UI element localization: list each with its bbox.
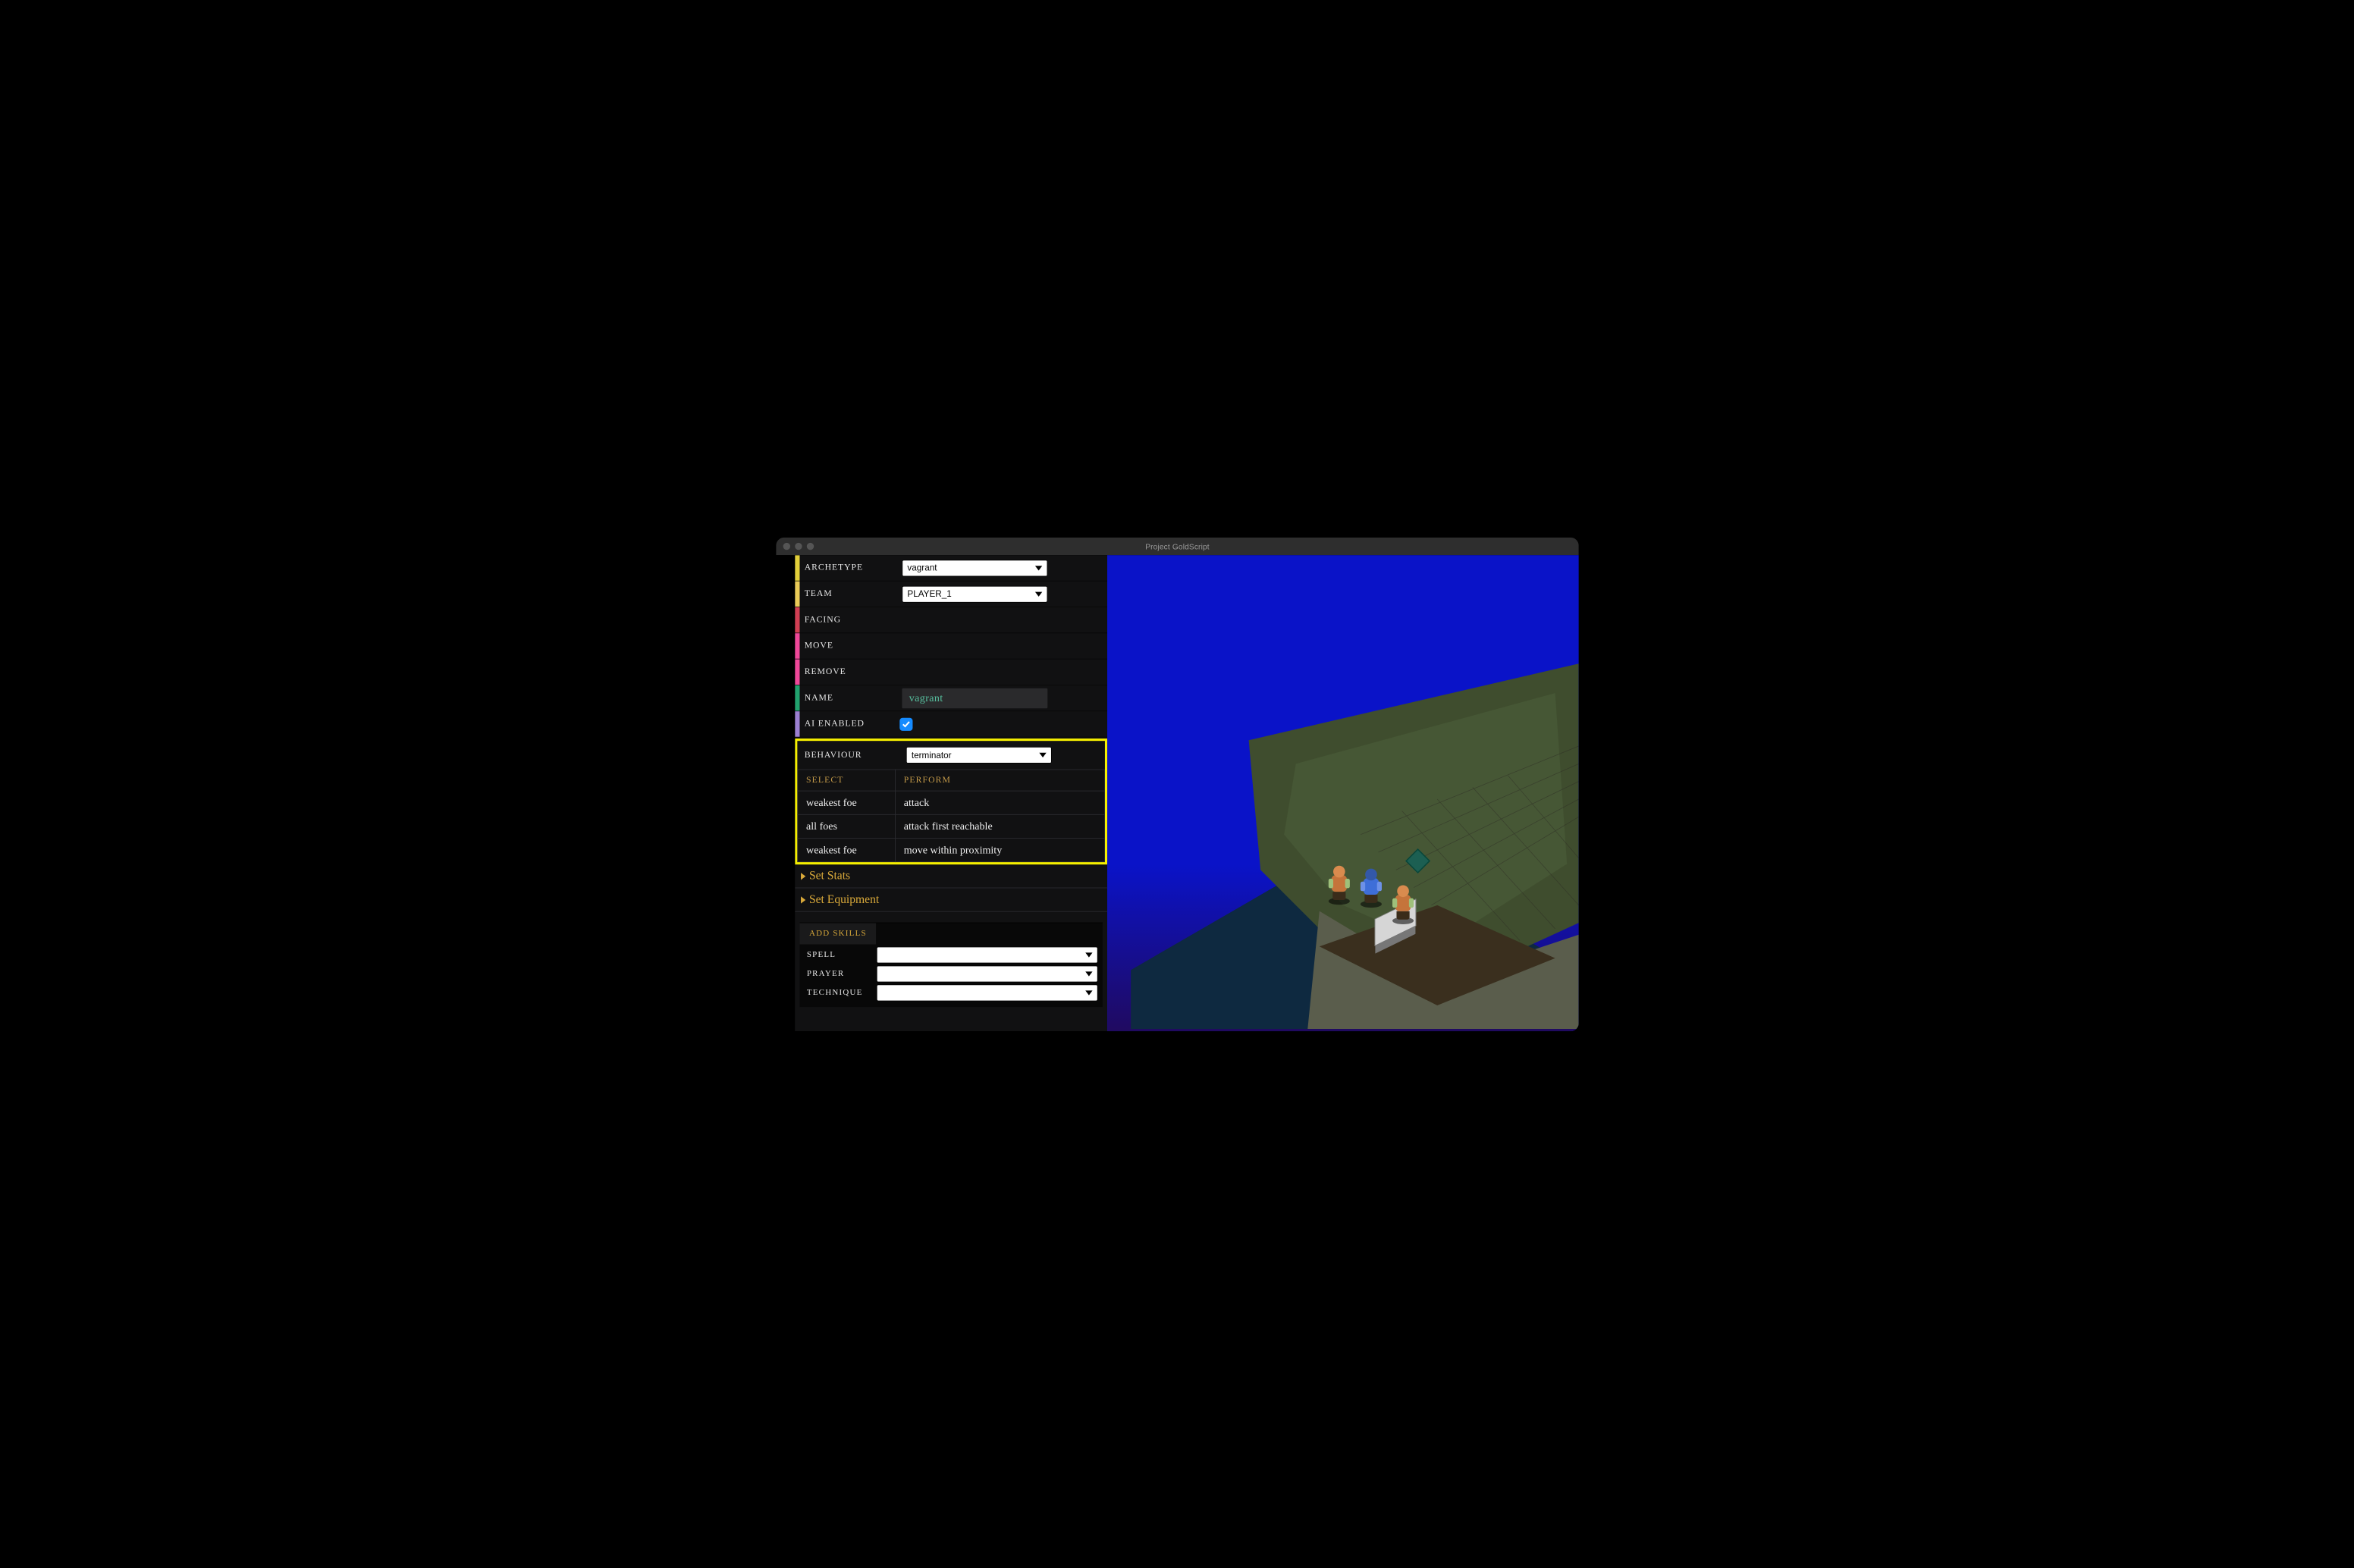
prayer-label: PRAYER: [806, 969, 870, 978]
cell-perform: attack: [895, 791, 1104, 814]
row-name: NAME vagrant: [795, 685, 1107, 710]
add-skills-panel: ADD SKILLS SPELL PRAYER: [799, 922, 1102, 1007]
archetype-label: ARCHETYPE: [804, 563, 902, 572]
row-team: TEAM PLAYER_1: [795, 581, 1107, 607]
technique-label: TECHNIQUE: [806, 988, 870, 997]
remove-label: REMOVE: [804, 666, 902, 676]
unit-sprite[interactable]: [1326, 865, 1351, 899]
unit-sprite[interactable]: [1357, 868, 1383, 902]
prayer-select[interactable]: [876, 965, 1097, 982]
col-select: SELECT: [797, 770, 895, 791]
set-stats-label: Set Stats: [808, 869, 849, 883]
check-icon: [902, 720, 910, 728]
chevron-down-icon: [1039, 752, 1046, 757]
behaviour-table: SELECT PERFORM weakest foe attack all fo…: [797, 769, 1105, 861]
row-spell: SPELL: [799, 944, 1102, 963]
cell-select: weakest foe: [797, 838, 895, 861]
table-row[interactable]: weakest foe attack: [797, 791, 1104, 814]
triangle-right-icon: [801, 895, 805, 902]
col-perform: PERFORM: [895, 770, 1104, 791]
row-technique: TECHNIQUE: [799, 982, 1102, 1001]
archetype-select[interactable]: vagrant: [902, 560, 1047, 576]
archetype-value: vagrant: [907, 563, 937, 572]
name-value: vagrant: [909, 691, 943, 704]
chevron-down-icon: [1085, 990, 1092, 995]
move-label: MOVE: [804, 641, 902, 651]
row-remove[interactable]: REMOVE: [795, 659, 1107, 685]
name-label: NAME: [804, 692, 902, 702]
name-input[interactable]: vagrant: [902, 688, 1047, 708]
chevron-down-icon: [1034, 591, 1041, 596]
chevron-down-icon: [1085, 971, 1092, 976]
terrain-svg: [1107, 555, 1579, 1031]
window-controls: [783, 542, 814, 549]
cell-perform: attack first reachable: [895, 814, 1104, 838]
technique-select[interactable]: [876, 984, 1097, 1001]
app-window: Project GoldScript ARCHETYPE vagrant TEA…: [776, 537, 1578, 1030]
facing-label: FACING: [804, 615, 902, 625]
unit-sprite[interactable]: [1389, 885, 1415, 919]
zoom-window-icon[interactable]: [806, 542, 813, 549]
add-skills-tab[interactable]: ADD SKILLS: [799, 923, 876, 944]
game-viewport[interactable]: [1107, 555, 1579, 1031]
set-equipment-toggle[interactable]: Set Equipment: [795, 888, 1107, 911]
team-value: PLAYER_1: [907, 588, 951, 598]
row-move[interactable]: MOVE: [795, 633, 1107, 659]
ai-enabled-checkbox[interactable]: [899, 717, 912, 730]
set-equipment-label: Set Equipment: [808, 892, 878, 906]
cell-select: weakest foe: [797, 791, 895, 814]
cell-perform: move within proximity: [895, 838, 1104, 861]
row-ai-enabled: AI ENABLED: [795, 711, 1107, 737]
inspector-panel: ARCHETYPE vagrant TEAM PLAYER_1: [776, 555, 1107, 1031]
titlebar: Project GoldScript: [776, 537, 1578, 554]
team-label: TEAM: [804, 588, 902, 598]
team-select[interactable]: PLAYER_1: [902, 585, 1047, 602]
ai-enabled-label: AI ENABLED: [804, 719, 902, 729]
chevron-down-icon: [1085, 952, 1092, 957]
table-row[interactable]: weakest foe move within proximity: [797, 838, 1104, 861]
row-behaviour: BEHAVIOUR terminator: [797, 741, 1105, 769]
panel-gutter: [776, 555, 795, 1031]
minimize-window-icon[interactable]: [795, 542, 802, 549]
isometric-scene: [1107, 555, 1579, 1031]
spell-select[interactable]: [876, 946, 1097, 963]
behaviour-label: BEHAVIOUR: [804, 750, 906, 760]
behaviour-block: BEHAVIOUR terminator SELECT PERFORM: [795, 739, 1107, 864]
row-archetype: ARCHETYPE vagrant: [795, 555, 1107, 581]
row-prayer: PRAYER: [799, 963, 1102, 982]
behaviour-value: terminator: [911, 750, 951, 760]
behaviour-select[interactable]: terminator: [906, 746, 1051, 763]
window-title: Project GoldScript: [1145, 541, 1210, 550]
row-facing[interactable]: FACING: [795, 607, 1107, 632]
triangle-right-icon: [801, 872, 805, 879]
chevron-down-icon: [1034, 565, 1041, 569]
set-stats-toggle[interactable]: Set Stats: [795, 864, 1107, 888]
table-row[interactable]: all foes attack first reachable: [797, 814, 1104, 838]
spell-label: SPELL: [806, 950, 870, 959]
cell-select: all foes: [797, 814, 895, 838]
close-window-icon[interactable]: [783, 542, 789, 549]
